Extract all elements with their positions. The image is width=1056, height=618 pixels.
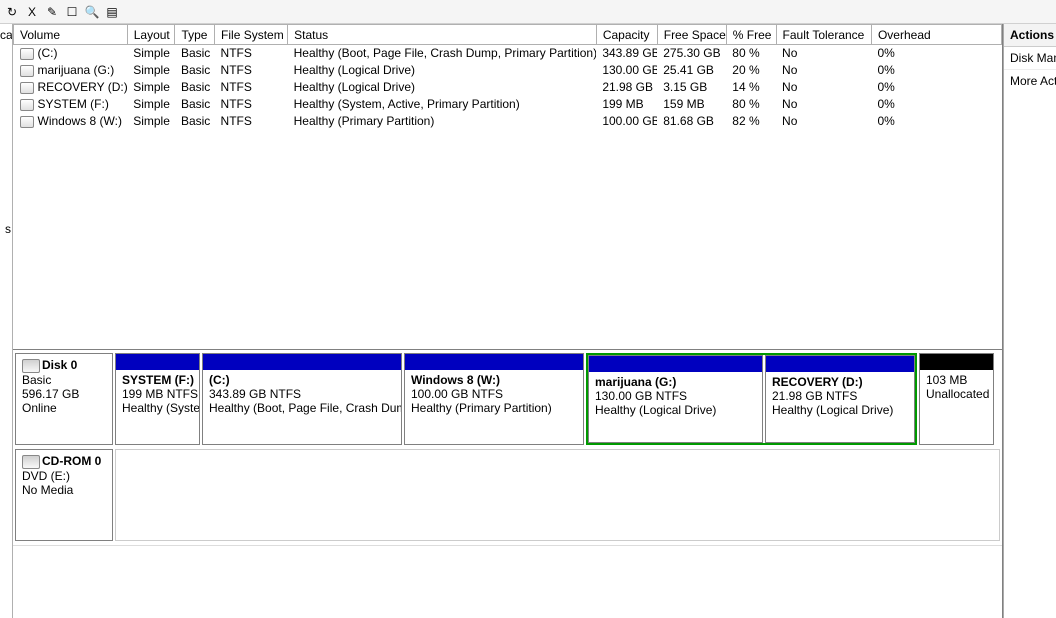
- col-overhead[interactable]: Overhead: [871, 25, 1001, 45]
- partition[interactable]: RECOVERY (D:)21.98 GB NTFSHealthy (Logic…: [765, 355, 915, 443]
- actions-disk-management[interactable]: Disk Management: [1004, 47, 1056, 70]
- col-fault[interactable]: Fault Tolerance: [776, 25, 871, 45]
- disk-title: Disk 0: [42, 358, 77, 372]
- left-panel-label: cal: [0, 28, 13, 42]
- table-row[interactable]: SYSTEM (F:)SimpleBasicNTFSHealthy (Syste…: [14, 96, 1002, 113]
- volume-icon: [20, 82, 34, 94]
- actions-header: Actions: [1004, 24, 1056, 47]
- partition[interactable]: (C:)343.89 GB NTFSHealthy (Boot, Page Fi…: [202, 353, 402, 445]
- partition-stripe: [405, 354, 583, 370]
- partition-status: Healthy (Primary Partition): [411, 401, 577, 415]
- left-panel-mark: s: [5, 222, 11, 236]
- partition-name: Windows 8 (W:): [411, 373, 577, 387]
- volume-icon: [20, 48, 34, 60]
- table-header-row: Volume Layout Type File System Status Ca…: [14, 25, 1002, 45]
- partition-name: RECOVERY (D:): [772, 375, 908, 389]
- properties-icon[interactable]: ✎: [44, 4, 60, 20]
- partition-status: Unallocated: [926, 387, 987, 401]
- cdrom-state: No Media: [22, 483, 106, 497]
- col-free[interactable]: Free Space: [657, 25, 726, 45]
- partition-size: 103 MB: [926, 373, 987, 387]
- partition-status: Healthy (Logical Drive): [772, 403, 908, 417]
- cdrom-title: CD-ROM 0: [42, 454, 101, 468]
- volume-table: Volume Layout Type File System Status Ca…: [13, 24, 1002, 130]
- partition-stripe: [203, 354, 401, 370]
- bottom-spacer: [13, 545, 1002, 546]
- disk-partitions: SYSTEM (F:)199 MB NTFSHealthy (System, A…: [115, 353, 1000, 445]
- cdrom-empty: [115, 449, 1000, 541]
- volume-icon: [20, 116, 34, 128]
- partition-stripe: [589, 356, 762, 372]
- find-icon[interactable]: 🔍: [84, 4, 100, 20]
- col-layout[interactable]: Layout: [127, 25, 175, 45]
- col-status[interactable]: Status: [288, 25, 597, 45]
- disk-row[interactable]: CD-ROM 0 DVD (E:) No Media: [15, 449, 1000, 541]
- cdrom-icon: [22, 455, 40, 469]
- refresh-icon[interactable]: ↻: [4, 4, 20, 20]
- partition-name: (C:): [209, 373, 395, 387]
- table-row[interactable]: marijuana (G:)SimpleBasicNTFSHealthy (Lo…: [14, 62, 1002, 79]
- partition[interactable]: marijuana (G:)130.00 GB NTFSHealthy (Log…: [588, 355, 763, 443]
- cdrom-partitions: [115, 449, 1000, 541]
- partition[interactable]: SYSTEM (F:)199 MB NTFSHealthy (System, A…: [115, 353, 200, 445]
- table-row[interactable]: Windows 8 (W:)SimpleBasicNTFSHealthy (Pr…: [14, 113, 1002, 130]
- disk-icon: [22, 359, 40, 373]
- left-panel-edge: cal s: [0, 24, 13, 618]
- col-type[interactable]: Type: [175, 25, 215, 45]
- table-row[interactable]: (C:)SimpleBasicNTFSHealthy (Boot, Page F…: [14, 45, 1002, 62]
- partition-status: Healthy (System, Active, Primary Partiti…: [122, 401, 193, 415]
- partition-stripe: [116, 354, 199, 370]
- disk-row[interactable]: Disk 0 Basic 596.17 GB Online SYSTEM (F:…: [15, 353, 1000, 445]
- actions-panel: Actions Disk Management More Actions: [1003, 24, 1056, 618]
- partition-size: 21.98 GB NTFS: [772, 389, 908, 403]
- disk-label[interactable]: CD-ROM 0 DVD (E:) No Media: [15, 449, 113, 541]
- main-area: Volume Layout Type File System Status Ca…: [13, 24, 1003, 618]
- partition-name: marijuana (G:): [595, 375, 756, 389]
- partition-size: 343.89 GB NTFS: [209, 387, 395, 401]
- partition-status: Healthy (Boot, Page File, Crash Dump, Pr…: [209, 401, 395, 415]
- partition-stripe: [920, 354, 993, 370]
- partition-name: SYSTEM (F:): [122, 373, 193, 387]
- disk-label[interactable]: Disk 0 Basic 596.17 GB Online: [15, 353, 113, 445]
- volume-icon: [20, 65, 34, 77]
- extended-partition[interactable]: marijuana (G:)130.00 GB NTFSHealthy (Log…: [586, 353, 917, 445]
- list-icon[interactable]: ▤: [104, 4, 120, 20]
- col-fs[interactable]: File System: [215, 25, 288, 45]
- col-capacity[interactable]: Capacity: [596, 25, 657, 45]
- open-icon[interactable]: ☐: [64, 4, 80, 20]
- table-row[interactable]: RECOVERY (D:)SimpleBasicNTFSHealthy (Log…: [14, 79, 1002, 96]
- actions-more[interactable]: More Actions: [1004, 70, 1056, 92]
- graphical-view: Disk 0 Basic 596.17 GB Online SYSTEM (F:…: [13, 350, 1002, 546]
- partition-size: 100.00 GB NTFS: [411, 387, 577, 401]
- partition[interactable]: 103 MBUnallocated: [919, 353, 994, 445]
- col-volume[interactable]: Volume: [14, 25, 128, 45]
- partition-size: 199 MB NTFS: [122, 387, 193, 401]
- disk-kind: Basic: [22, 373, 106, 387]
- close-icon[interactable]: X: [24, 4, 40, 20]
- partition[interactable]: Windows 8 (W:)100.00 GB NTFSHealthy (Pri…: [404, 353, 584, 445]
- toolbar: ↻ X ✎ ☐ 🔍 ▤: [0, 0, 1056, 24]
- volume-icon: [20, 99, 34, 111]
- disk-state: Online: [22, 401, 106, 415]
- disk-size: 596.17 GB: [22, 387, 106, 401]
- col-pctfree[interactable]: % Free: [726, 25, 776, 45]
- partition-stripe: [766, 356, 914, 372]
- partition-status: Healthy (Logical Drive): [595, 403, 756, 417]
- partition-size: 130.00 GB NTFS: [595, 389, 756, 403]
- cdrom-drive: DVD (E:): [22, 469, 106, 483]
